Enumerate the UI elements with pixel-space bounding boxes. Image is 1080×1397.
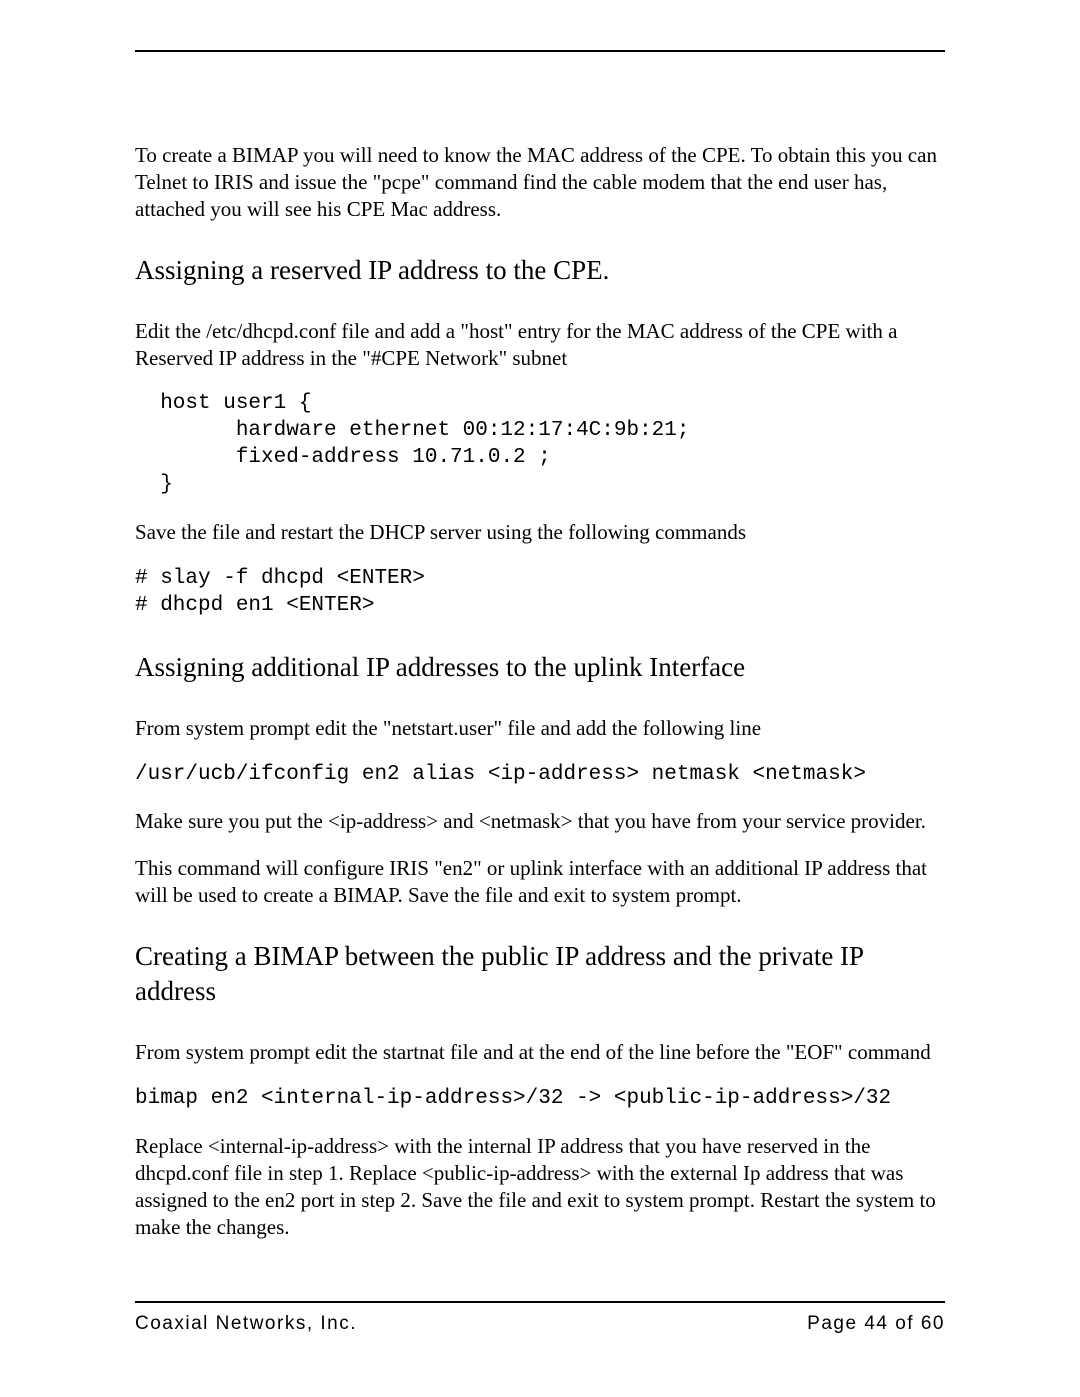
footer-horizontal-rule: [135, 1301, 945, 1303]
footer-page-number: Page 44 of 60: [807, 1313, 945, 1335]
intro-paragraph: To create a BIMAP you will need to know …: [135, 142, 945, 223]
section3-code: bimap en2 <internal-ip-address>/32 -> <p…: [135, 1086, 945, 1113]
footer-row: Coaxial Networks, Inc. Page 44 of 60: [135, 1313, 945, 1335]
section2-para2: Make sure you put the <ip-address> and <…: [135, 808, 945, 835]
section2-para1: From system prompt edit the "netstart.us…: [135, 715, 945, 742]
section1-para1: Edit the /etc/dhcpd.conf file and add a …: [135, 318, 945, 372]
section1-code: host user1 { hardware ethernet 00:12:17:…: [135, 391, 945, 499]
section2-code: /usr/ucb/ifconfig en2 alias <ip-address>…: [135, 762, 945, 789]
page-container: To create a BIMAP you will need to know …: [0, 0, 1080, 1397]
section3-heading: Creating a BIMAP between the public IP a…: [135, 939, 945, 1009]
top-horizontal-rule: [135, 50, 945, 52]
section1-code2: # slay -f dhcpd <ENTER> # dhcpd en1 <ENT…: [135, 566, 945, 620]
section1-para2: Save the file and restart the DHCP serve…: [135, 519, 945, 546]
section2-para3: This command will configure IRIS "en2" o…: [135, 855, 945, 909]
section2-heading: Assigning additional IP addresses to the…: [135, 650, 945, 685]
page-footer: Coaxial Networks, Inc. Page 44 of 60: [135, 1301, 945, 1335]
section3-para2: Replace <internal-ip-address> with the i…: [135, 1133, 945, 1241]
section1-heading: Assigning a reserved IP address to the C…: [135, 253, 945, 288]
section3-para1: From system prompt edit the startnat fil…: [135, 1039, 945, 1066]
footer-company: Coaxial Networks, Inc.: [135, 1313, 357, 1335]
